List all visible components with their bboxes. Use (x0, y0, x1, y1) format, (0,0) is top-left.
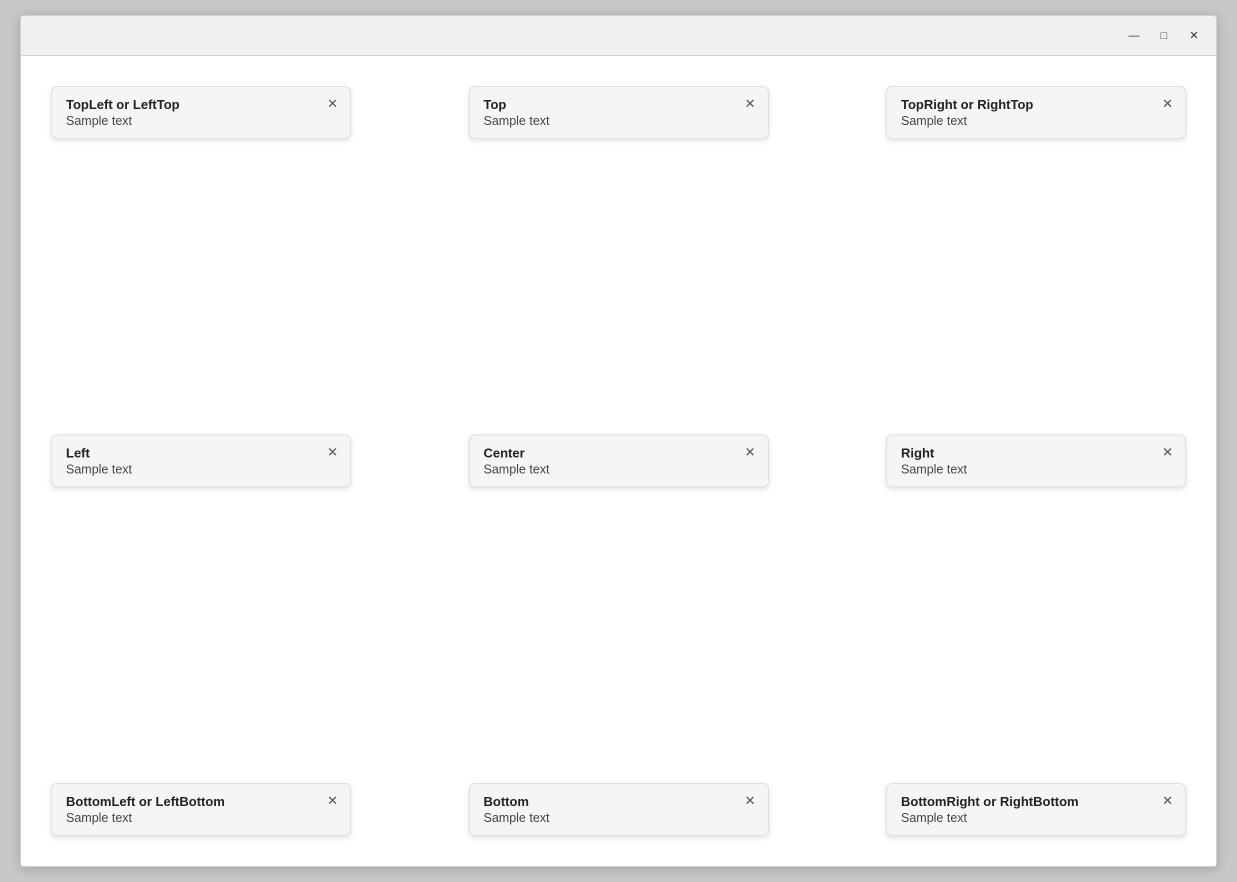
card-top-left: TopLeft or LeftTop Sample text ✕ (51, 86, 351, 139)
card-bottom-text: Sample text (484, 811, 732, 825)
card-top-text: Sample text (484, 114, 732, 128)
card-center-close[interactable]: ✕ (745, 446, 756, 459)
card-top-right-close[interactable]: ✕ (1162, 97, 1173, 110)
card-center-title: Center (484, 446, 732, 461)
card-bottom-close[interactable]: ✕ (745, 794, 756, 807)
card-bottom-right-close[interactable]: ✕ (1162, 794, 1173, 807)
content-area: TopLeft or LeftTop Sample text ✕ Top Sam… (21, 56, 1216, 866)
card-top-left-title: TopLeft or LeftTop (66, 97, 314, 112)
card-bottom-left: BottomLeft or LeftBottom Sample text ✕ (51, 783, 351, 836)
minimize-button[interactable]: — (1120, 24, 1148, 48)
card-top-title: Top (484, 97, 732, 112)
card-bottom-title: Bottom (484, 794, 732, 809)
card-center-text: Sample text (484, 463, 732, 477)
card-bottom-left-title: BottomLeft or LeftBottom (66, 794, 314, 809)
maximize-button[interactable]: □ (1150, 24, 1178, 48)
card-top: Top Sample text ✕ (469, 86, 769, 139)
card-bottom-right: BottomRight or RightBottom Sample text ✕ (886, 783, 1186, 836)
card-bottom-right-title: BottomRight or RightBottom (901, 794, 1149, 809)
card-bottom-right-text: Sample text (901, 811, 1149, 825)
card-right-text: Sample text (901, 463, 1149, 477)
card-left-title: Left (66, 446, 314, 461)
card-top-right: TopRight or RightTop Sample text ✕ (886, 86, 1186, 139)
card-left: Left Sample text ✕ (51, 435, 351, 488)
card-right-title: Right (901, 446, 1149, 461)
card-top-left-close[interactable]: ✕ (327, 97, 338, 110)
card-top-close[interactable]: ✕ (745, 97, 756, 110)
card-top-right-text: Sample text (901, 114, 1149, 128)
card-right: Right Sample text ✕ (886, 435, 1186, 488)
card-top-left-text: Sample text (66, 114, 314, 128)
card-left-close[interactable]: ✕ (327, 446, 338, 459)
main-window: — □ ✕ TopLeft or LeftTop Sample text ✕ T… (20, 15, 1217, 867)
card-bottom-left-close[interactable]: ✕ (327, 794, 338, 807)
card-center: Center Sample text ✕ (469, 435, 769, 488)
title-bar: — □ ✕ (21, 16, 1216, 56)
title-bar-controls: — □ ✕ (1120, 24, 1208, 48)
close-button[interactable]: ✕ (1180, 24, 1208, 48)
card-right-close[interactable]: ✕ (1162, 446, 1173, 459)
card-left-text: Sample text (66, 463, 314, 477)
card-top-right-title: TopRight or RightTop (901, 97, 1149, 112)
card-bottom-left-text: Sample text (66, 811, 314, 825)
card-bottom: Bottom Sample text ✕ (469, 783, 769, 836)
